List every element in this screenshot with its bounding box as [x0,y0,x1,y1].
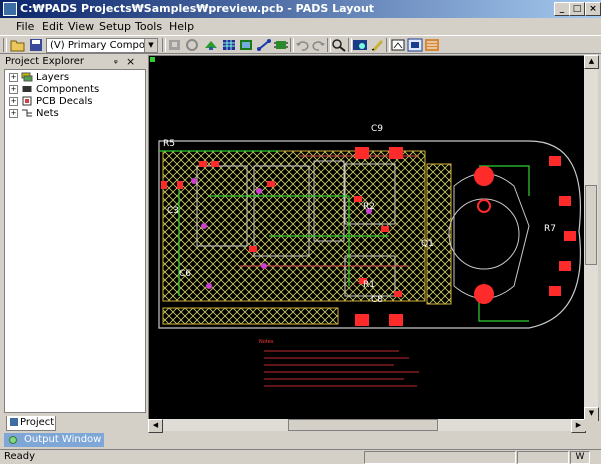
tab-project[interactable]: Project [6,416,56,431]
label-c8: C8 [371,295,383,305]
scroll-left-icon[interactable]: ◀ [148,419,163,433]
chevron-down-icon[interactable]: ▼ [144,39,157,52]
label-r7: R7 [544,224,556,234]
decals-icon [22,96,32,106]
project-tab-label: Project [20,417,55,428]
board-icon[interactable] [407,38,423,52]
label-c6: C6 [179,269,191,279]
menu-setup[interactable]: Setup [99,19,131,34]
tree-item-components[interactable]: + Components [9,84,99,96]
pcb-canvas[interactable]: R5 C9 C3 R2 C6 R1 C8 R7 Q1 Notes [148,55,598,431]
menu-bar: File Edit View Setup Tools Help [0,18,601,35]
select-mode-icon[interactable] [167,38,183,52]
maximize-button[interactable]: □ [569,2,585,16]
drc-icon[interactable] [273,38,289,52]
notes-heading: Notes [259,339,274,345]
layers-icon [21,72,33,82]
tree-item-label: Layers [36,72,70,83]
output-window-tab[interactable]: Output Window [4,433,104,447]
mode-select-value: (V) Primary Componen [50,40,158,51]
label-r2: R2 [363,202,375,212]
tree-item-label: PCB Decals [36,96,93,107]
vertical-scroll-thumb[interactable] [585,185,597,265]
window-title: C:₩PADS Projects₩Samples₩preview.pcb - P… [20,2,375,15]
components-icon[interactable] [238,38,254,52]
status-panel [517,451,569,464]
output-window-label: Output Window [24,434,102,445]
minimize-button[interactable]: _ [554,2,570,16]
status-panel [364,451,516,464]
vertical-scrollbar[interactable]: ▲ ▼ [584,55,599,421]
menu-edit[interactable]: Edit [42,19,63,34]
zoom-icon[interactable] [331,38,347,52]
scroll-up-icon[interactable]: ▲ [584,55,599,69]
transistor-body [448,198,520,270]
grid-icon[interactable] [221,38,237,52]
highlight-icon[interactable] [369,38,385,52]
window-icon[interactable] [424,38,440,52]
label-r1: R1 [363,280,375,290]
copper-pour-strip [162,307,339,325]
open-icon[interactable] [10,38,26,52]
pan-icon[interactable] [203,38,219,52]
pin-icon[interactable]: ᵩ [114,56,118,66]
tree-item-label: Components [36,84,100,95]
components-icon [22,86,32,92]
pcb-drawing[interactable]: R5 C9 C3 R2 C6 R1 C8 R7 Q1 Notes [149,56,585,419]
undo-icon[interactable] [294,38,310,52]
refresh-icon[interactable] [184,38,200,52]
status-indicator: W [570,451,590,464]
expand-icon[interactable]: + [9,96,18,106]
cam-icon[interactable] [390,38,406,52]
menu-tools[interactable]: Tools [135,19,162,34]
scroll-corner [584,419,598,431]
explorer-tree: + Layers + Components + PCB Decals + Nets [4,69,146,413]
app-icon [3,2,17,16]
project-explorer: Project Explorer ᵩ × + Layers + Components… [2,55,146,431]
close-button[interactable]: × [585,2,601,16]
menu-file[interactable]: File [16,19,34,34]
copper-pour-right [426,163,452,305]
mode-select[interactable]: (V) Primary Componen ▼ [46,38,158,53]
tree-item-label: Nets [36,108,59,119]
expand-icon[interactable]: + [9,72,18,82]
label-q1: Q1 [421,239,434,249]
notes-lines [264,350,419,387]
horizontal-scrollbar[interactable]: ◀ ▶ [148,419,586,433]
tree-item-nets[interactable]: + Nets [9,108,59,120]
redo-icon[interactable] [311,38,327,52]
project-tab-icon [10,418,18,426]
toolbar: (V) Primary Componen ▼ [0,35,601,54]
output-window-icon [9,436,17,444]
explorer-title: Project Explorer [5,56,85,67]
toolbar-grip [3,38,7,52]
save-icon[interactable] [28,38,44,52]
label-c9: C9 [371,124,383,134]
label-c3: C3 [167,206,179,216]
label-r5: R5 [163,139,175,149]
menu-help[interactable]: Help [169,19,194,34]
status-text: Ready [4,451,36,462]
expand-icon[interactable]: + [9,108,18,118]
tree-item-pcb-decals[interactable]: + PCB Decals [9,96,93,108]
tree-item-layers[interactable]: + Layers [9,72,69,84]
nets-icon [22,109,32,117]
expand-icon[interactable]: + [9,84,18,94]
route-icon[interactable] [256,38,272,52]
toolbar-separator [162,38,166,52]
horizontal-scroll-thumb[interactable] [288,419,438,431]
view-icon[interactable] [352,38,368,52]
menu-view[interactable]: View [68,19,94,34]
explorer-close-button[interactable]: × [126,55,135,68]
